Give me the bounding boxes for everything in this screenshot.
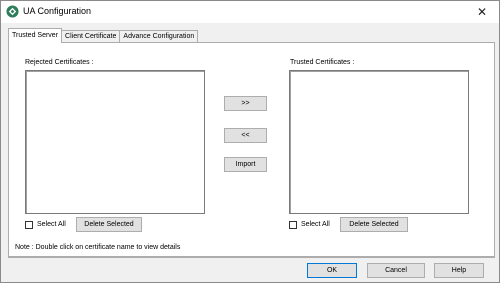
close-icon[interactable]: ✕ [465,1,499,23]
tab-strip: Trusted Server Client Certificate Advanc… [8,28,199,43]
trusted-delete-selected-button[interactable]: Delete Selected [340,217,408,232]
move-to-trusted-button[interactable]: >> [224,96,267,111]
cancel-button[interactable]: Cancel [367,263,425,278]
help-button[interactable]: Help [434,263,484,278]
ua-configuration-dialog: UA Configuration ✕ Trusted Server Client… [0,0,500,283]
trusted-server-panel: Rejected Certificates : Select All Delet… [8,42,495,257]
window-title: UA Configuration [23,6,92,16]
ok-button[interactable]: OK [307,263,357,278]
tab-trusted-server[interactable]: Trusted Server [8,28,63,43]
title-bar: UA Configuration ✕ [1,1,499,23]
import-button[interactable]: Import [224,157,267,172]
trusted-select-all-label: Select All [301,221,330,228]
footer-separator [8,257,495,258]
trusted-certificates-label: Trusted Certificates : [290,59,355,66]
note-text: Note : Double click on certificate name … [15,244,181,251]
rejected-delete-selected-button[interactable]: Delete Selected [76,217,142,232]
rejected-certificates-list[interactable] [25,70,205,214]
trusted-certificates-list[interactable] [289,70,469,214]
ua-app-icon [6,5,19,18]
rejected-select-all-checkbox[interactable] [25,221,33,229]
rejected-select-all-label: Select All [37,221,66,228]
move-to-rejected-button[interactable]: << [224,128,267,143]
trusted-select-all-checkbox[interactable] [289,221,297,229]
rejected-certificates-label: Rejected Certificates : [25,59,94,66]
